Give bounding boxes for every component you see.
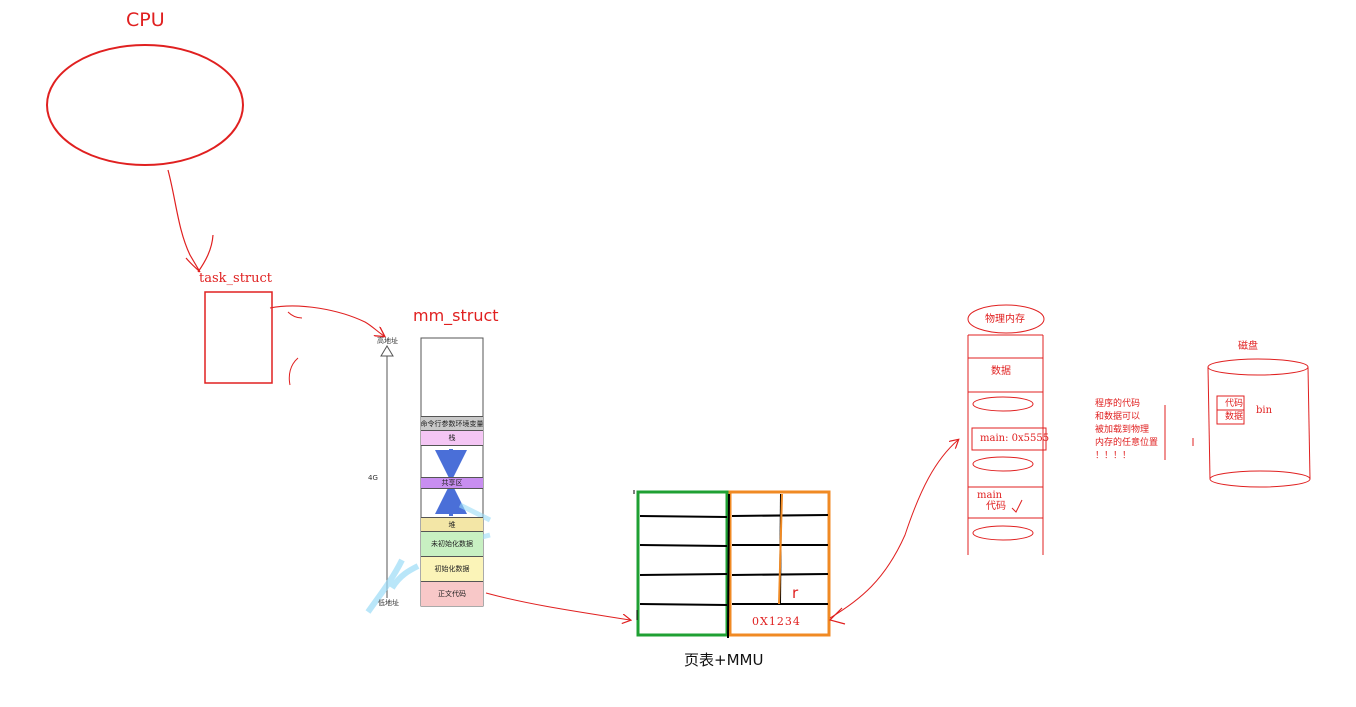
physical-data-label: 数据 xyxy=(991,366,1011,377)
task-struct-box xyxy=(204,291,273,384)
mm-struct-label: mm_struct xyxy=(413,306,499,325)
note-line-2: 和数据可以 xyxy=(1095,412,1141,422)
disk-bin-label: bin xyxy=(1256,405,1273,416)
mm-to-pagetable-line xyxy=(485,592,630,620)
mm-segment-heap: 堆 xyxy=(421,517,483,532)
cpu-to-task-line xyxy=(167,169,201,273)
page-table-address-label: 0X1234 xyxy=(752,615,801,628)
address-axis-head xyxy=(380,345,394,357)
mm-segment-text: 正文代码 xyxy=(421,582,483,606)
task-struct-label: task_struct xyxy=(199,271,273,286)
pagetable-to-phys-line xyxy=(829,440,958,619)
physical-main-label: main xyxy=(977,490,1003,501)
low-address-label: 低地址 xyxy=(378,599,399,607)
physical-memory xyxy=(967,304,1194,555)
mm-segment-shared: 共享区 xyxy=(421,477,483,489)
cpu-label: CPU xyxy=(126,9,165,31)
page-table-r-label: r xyxy=(792,584,799,602)
page-table-caption: 页表+MMU xyxy=(684,651,764,669)
disk-label: 磁盘 xyxy=(1238,341,1258,352)
size-4g-label: 4G xyxy=(368,474,378,482)
mm-segment-bss: 未初始化数据 xyxy=(421,532,483,557)
cpu-ellipse xyxy=(46,44,244,166)
note-line-5: ！！！！ xyxy=(1095,451,1132,461)
mm-segment-stack: 栈 xyxy=(421,431,483,446)
high-address-label: 高地址 xyxy=(377,337,398,345)
disk-code-label: 代码 xyxy=(1225,399,1244,409)
disk-cylinder xyxy=(1207,358,1311,488)
task-side-mark xyxy=(288,357,299,386)
note-line-1: 程序的代码 xyxy=(1095,399,1141,409)
mm-segment-data: 初始化数据 xyxy=(421,557,483,582)
physical-memory-label: 物理内存 xyxy=(985,314,1025,325)
physical-main-address-label: main: 0x5555 xyxy=(980,433,1050,444)
note-line-4: 内存的任意位置 xyxy=(1095,438,1159,448)
task-side-mark-2 xyxy=(287,311,303,319)
physical-code-label: 代码 xyxy=(986,501,1006,512)
page-table-left xyxy=(636,490,729,637)
mm-segment-env: 命令行参数环境变量 xyxy=(421,416,483,431)
note-line-3: 被加载到物理 xyxy=(1095,425,1150,435)
cpu-arrow-head xyxy=(185,234,214,273)
diagram-canvas xyxy=(46,44,1311,639)
disk-data-label: 数据 xyxy=(1225,412,1244,422)
task-to-mm-line xyxy=(269,305,384,336)
